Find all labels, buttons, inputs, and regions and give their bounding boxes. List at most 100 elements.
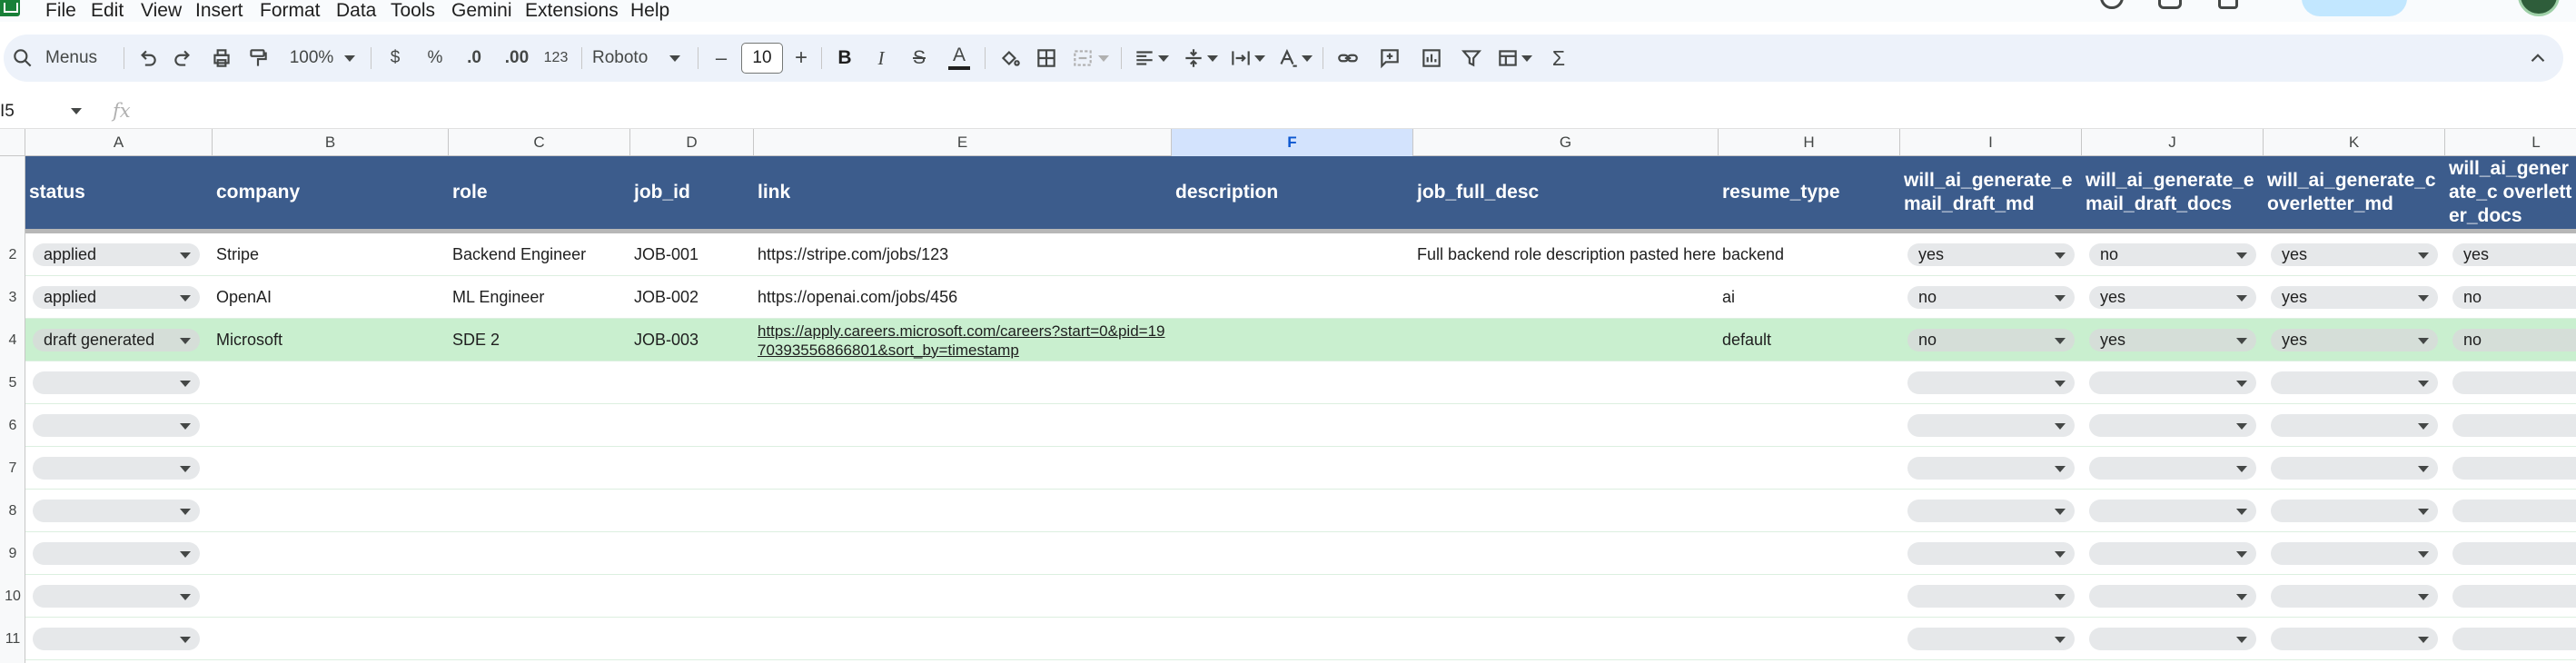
link-cell[interactable]: https://openai.com/jobs/456: [754, 276, 1172, 319]
comment-icon[interactable]: [2158, 0, 2182, 9]
email-draft-docs-dropdown[interactable]: no: [2089, 243, 2256, 266]
coverletter-docs-dropdown[interactable]: yes: [2452, 243, 2576, 266]
resume-type-cell[interactable]: backend: [1719, 233, 1900, 276]
coverletter-md-dropdown[interactable]: [2271, 542, 2438, 565]
column-header-f[interactable]: F: [1172, 129, 1413, 156]
row-number[interactable]: 3: [0, 290, 25, 306]
redo-button[interactable]: [167, 35, 200, 82]
vertical-align-button[interactable]: [1179, 35, 1221, 82]
coverletter-docs-dropdown[interactable]: no: [2452, 329, 2576, 351]
row-number[interactable]: 8: [0, 503, 25, 520]
row-number[interactable]: 4: [0, 332, 25, 349]
coverletter-docs-dropdown[interactable]: [2452, 457, 2576, 480]
menu-insert[interactable]: Insert: [195, 0, 243, 22]
menu-view[interactable]: View: [141, 0, 182, 22]
column-header-c[interactable]: C: [449, 129, 630, 156]
email-draft-md-dropdown[interactable]: [1907, 414, 2075, 437]
row-number[interactable]: 2: [0, 247, 25, 263]
status-dropdown[interactable]: [33, 628, 200, 650]
email-draft-md-dropdown[interactable]: [1907, 542, 2075, 565]
header-job-full-desc[interactable]: job_full_desc: [1413, 156, 1719, 229]
coverletter-md-dropdown[interactable]: yes: [2271, 286, 2438, 309]
column-header-h[interactable]: H: [1719, 129, 1900, 156]
undo-button[interactable]: [131, 35, 163, 82]
job-id-cell[interactable]: JOB-002: [630, 276, 754, 319]
email-draft-md-dropdown[interactable]: [1907, 628, 2075, 650]
role-cell[interactable]: SDE 2: [449, 319, 630, 361]
menu-data[interactable]: Data: [336, 0, 376, 22]
insert-chart-button[interactable]: [1415, 35, 1448, 82]
job-full-desc-cell[interactable]: [1413, 319, 1719, 361]
header-resume-type[interactable]: resume_type: [1719, 156, 1900, 229]
horizontal-align-button[interactable]: [1130, 35, 1172, 82]
header-status[interactable]: status: [25, 156, 213, 229]
sheets-logo-icon[interactable]: [0, 0, 20, 16]
number-format-button[interactable]: 123: [540, 35, 572, 82]
functions-button[interactable]: Σ: [1542, 35, 1575, 82]
header-link[interactable]: link: [754, 156, 1172, 229]
coverletter-md-dropdown[interactable]: [2271, 371, 2438, 394]
zoom-select[interactable]: 100%: [282, 35, 363, 82]
header-company[interactable]: company: [213, 156, 449, 229]
email-draft-docs-dropdown[interactable]: [2089, 500, 2256, 522]
email-draft-md-dropdown[interactable]: [1907, 457, 2075, 480]
status-dropdown[interactable]: [33, 414, 200, 437]
menu-gemini[interactable]: Gemini: [451, 0, 512, 22]
email-draft-docs-dropdown[interactable]: [2089, 585, 2256, 608]
meet-icon[interactable]: [2218, 0, 2238, 9]
header-description[interactable]: description: [1172, 156, 1413, 229]
description-cell[interactable]: [1172, 319, 1413, 361]
status-dropdown[interactable]: applied: [33, 243, 200, 266]
role-cell[interactable]: Backend Engineer: [449, 233, 630, 276]
italic-button[interactable]: I: [867, 35, 896, 82]
row-number[interactable]: 9: [0, 546, 25, 562]
email-draft-docs-dropdown[interactable]: yes: [2089, 329, 2256, 351]
email-draft-md-dropdown[interactable]: [1907, 371, 2075, 394]
menu-help[interactable]: Help: [630, 0, 669, 22]
status-dropdown[interactable]: [33, 371, 200, 394]
text-wrap-button[interactable]: [1226, 35, 1268, 82]
text-rotation-button[interactable]: [1273, 35, 1315, 82]
filter-views-button[interactable]: [1491, 35, 1537, 82]
column-header-b[interactable]: B: [213, 129, 449, 156]
email-draft-docs-dropdown[interactable]: yes: [2089, 286, 2256, 309]
column-header-e[interactable]: E: [754, 129, 1172, 156]
description-cell[interactable]: [1172, 233, 1413, 276]
print-button[interactable]: [205, 35, 238, 82]
email-draft-md-dropdown[interactable]: [1907, 500, 2075, 522]
share-button[interactable]: [2302, 0, 2407, 16]
menu-file[interactable]: File: [45, 0, 76, 22]
status-dropdown[interactable]: [33, 585, 200, 608]
coverletter-docs-dropdown[interactable]: [2452, 500, 2576, 522]
status-dropdown[interactable]: applied: [33, 286, 200, 309]
menus-search-button[interactable]: Menus: [11, 35, 120, 82]
select-all-corner[interactable]: [0, 129, 25, 156]
history-icon[interactable]: [2100, 0, 2124, 9]
coverletter-docs-dropdown[interactable]: [2452, 371, 2576, 394]
collapse-toolbar-button[interactable]: [2520, 35, 2556, 82]
decrease-font-size-button[interactable]: –: [708, 35, 734, 82]
email-draft-docs-dropdown[interactable]: [2089, 542, 2256, 565]
job-id-cell[interactable]: JOB-003: [630, 319, 754, 361]
coverletter-docs-dropdown[interactable]: [2452, 542, 2576, 565]
column-header-k[interactable]: K: [2264, 129, 2445, 156]
header-job-id[interactable]: job_id: [630, 156, 754, 229]
header-email-draft-md[interactable]: will_ai_generate_e mail_draft_md: [1900, 156, 2082, 229]
column-header-j[interactable]: J: [2082, 129, 2264, 156]
description-cell[interactable]: [1172, 276, 1413, 319]
coverletter-md-dropdown[interactable]: yes: [2271, 243, 2438, 266]
coverletter-md-dropdown[interactable]: [2271, 500, 2438, 522]
email-draft-docs-dropdown[interactable]: [2089, 414, 2256, 437]
company-cell[interactable]: OpenAI: [213, 276, 449, 319]
merge-cells-button[interactable]: [1066, 35, 1114, 82]
row-number[interactable]: 6: [0, 418, 25, 434]
coverletter-md-dropdown[interactable]: [2271, 585, 2438, 608]
menu-extensions[interactable]: Extensions: [525, 0, 619, 22]
avatar[interactable]: [2518, 0, 2560, 16]
email-draft-md-dropdown[interactable]: [1907, 585, 2075, 608]
coverletter-md-dropdown[interactable]: yes: [2271, 329, 2438, 351]
resume-type-cell[interactable]: default: [1719, 319, 1900, 361]
coverletter-docs-dropdown[interactable]: no: [2452, 286, 2576, 309]
strikethrough-button[interactable]: S: [905, 35, 934, 82]
link-cell[interactable]: https://stripe.com/jobs/123: [754, 233, 1172, 276]
